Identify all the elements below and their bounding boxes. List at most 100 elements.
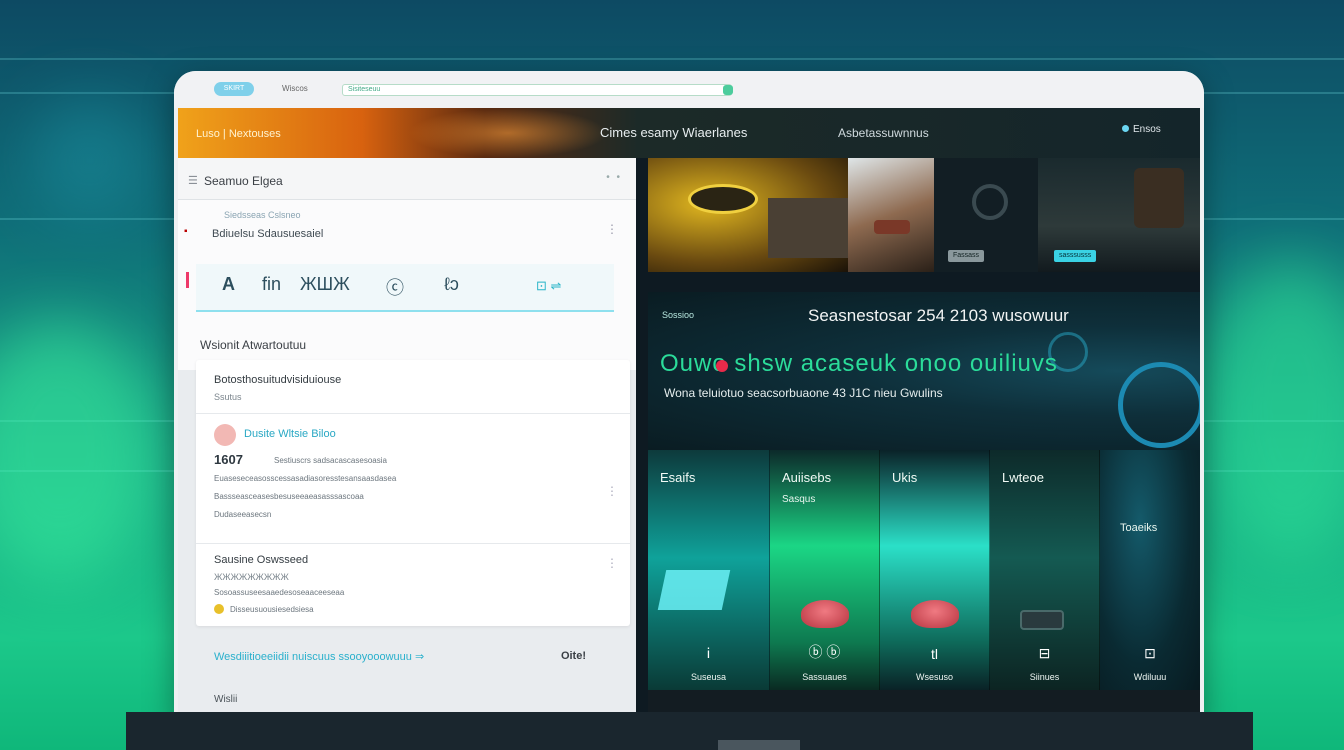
- avatar: [214, 424, 236, 446]
- ring-decoration: [1118, 362, 1200, 448]
- item-line: Dudaseeasecsn: [214, 510, 272, 519]
- user-icon[interactable]: A: [222, 274, 235, 295]
- overflow-icon[interactable]: ⋮: [606, 484, 618, 498]
- active-marker: [186, 272, 189, 288]
- overflow-icon[interactable]: ⋮: [606, 222, 618, 236]
- hero-button[interactable]: Fassass: [948, 250, 985, 262]
- account-menu[interactable]: Ensos: [1122, 124, 1161, 135]
- card-headline[interactable]: Bdiuelsu Sdausuesaiel: [212, 228, 323, 240]
- hero-gallery: Fassass sasssusss: [648, 158, 1200, 272]
- section-title: Wsionit Atwartoutuu: [200, 338, 307, 352]
- bullet-icon: ▪: [184, 226, 188, 237]
- account-label: Ensos: [1133, 124, 1161, 135]
- item-link[interactable]: Dusite Wltsie Biloo: [244, 428, 336, 440]
- grid-icon[interactable]: ЖШЖ: [300, 274, 350, 295]
- item-count: 1607: [214, 452, 243, 467]
- hero-art: [768, 198, 848, 258]
- card-subtitle: Sasqus: [782, 494, 816, 505]
- footer-action[interactable]: Oite!: [561, 650, 586, 662]
- list-item[interactable]: Dusite Wltsie Biloo 1607 Sestiuscrs sads…: [196, 414, 630, 544]
- overflow-icon[interactable]: ⋮: [606, 556, 618, 570]
- dish-icon: [910, 600, 959, 628]
- taskbar-tab[interactable]: [718, 740, 800, 750]
- folder-icon: [657, 570, 731, 610]
- share-icon[interactable]: ℓↄ: [444, 274, 459, 295]
- hero-art: [972, 184, 1008, 220]
- dish-icon: [800, 600, 849, 628]
- nav-secondary[interactable]: Asbetassuwnnus: [838, 126, 929, 140]
- panel-title: Seamuo Elgea: [204, 174, 283, 188]
- browser-window: SKIRT Wiscos Sisiteseuu Luso | Nextouses…: [174, 71, 1204, 721]
- card-icon: ⊟: [1038, 645, 1051, 661]
- category-card[interactable]: Lwteoe ⊟ Siinues: [990, 450, 1100, 690]
- bg-smoke: [30, 100, 150, 220]
- menu-icon[interactable]: ☰: [188, 174, 198, 187]
- item-line: Sestiuscrs sadsacascasesoasia: [274, 456, 387, 465]
- card-title: Lwteoe: [1002, 470, 1044, 485]
- category-card[interactable]: Toaeiks ⊡ Wdiluuu: [1100, 450, 1200, 690]
- promo-subtitle: Wona teluiotuo seacsorbuaone 43 J1C nieu…: [664, 386, 943, 400]
- page-viewport: Luso | Nextouses Cimes esamy Wiaerlanes …: [178, 108, 1200, 721]
- category-card[interactable]: Esaifs ⅰ Suseusa: [648, 450, 770, 690]
- card-icon: tl: [931, 646, 938, 662]
- font-icon[interactable]: fin: [262, 274, 281, 295]
- card-icon: ⊡: [1144, 645, 1156, 661]
- list-item[interactable]: Sausine Oswsseed ЖЖЖЖЖЖЖЖЖ Sosoassuseesa…: [196, 544, 630, 626]
- status-icon: [214, 604, 224, 614]
- icon-toolbar: A fin ЖШЖ ⓒ ℓↄ ⊡ ⇌: [196, 264, 614, 312]
- hero-art: [1134, 168, 1184, 228]
- top-banner: Luso | Nextouses Cimes esamy Wiaerlanes …: [178, 108, 1200, 158]
- camera-icon[interactable]: ⓒ: [386, 274, 404, 300]
- item-subtitle: Ssutus: [214, 392, 242, 402]
- hero-tile[interactable]: sasssusss: [1038, 158, 1200, 272]
- list-item[interactable]: Botosthosuitudvisiduiouse Ssutus: [196, 360, 630, 414]
- item-title: Botosthosuitudvisiduiouse: [214, 374, 342, 386]
- item-title: Sausine Oswsseed: [214, 554, 309, 566]
- card-label: Suseusa: [690, 672, 727, 682]
- footer-label: Wislii: [214, 694, 238, 705]
- card-label: Siinues: [1029, 672, 1060, 682]
- category-card[interactable]: Ukis tl Wsesuso: [880, 450, 990, 690]
- taskbar: [126, 712, 1253, 750]
- card-title: Ukis: [892, 470, 918, 485]
- category-card[interactable]: Auiisebs Sasqus ⓑ ⓑ Sassuaues: [770, 450, 880, 690]
- promo-date: Seasnestosar 254 2103 wusowuur: [808, 306, 1069, 325]
- category-cards: Esaifs ⅰ Suseusa Auiisebs Sasqus ⓑ ⓑ Sas…: [648, 450, 1200, 690]
- hero-button[interactable]: sasssusss: [1054, 250, 1097, 262]
- item-line: Euaseseceasosscessasadiasoresstesansaasd…: [214, 474, 397, 483]
- tab-pill[interactable]: SKIRT: [214, 82, 254, 96]
- hero-tile[interactable]: [848, 158, 934, 272]
- card-caption: Siedsseas Cslsneo: [224, 210, 301, 220]
- card-label: Wsesuso: [915, 672, 953, 682]
- hero-art: [874, 220, 910, 234]
- bg-smoke: [0, 320, 160, 580]
- card-label: Sassuaues: [802, 672, 847, 682]
- bg-stripe: [0, 58, 1344, 60]
- footer-link[interactable]: Wesdiiitioeeiidii nuiscuus ssooyooowuuu …: [214, 650, 424, 663]
- browser-chrome: SKIRT Wiscos Sisiteseuu: [174, 71, 1204, 108]
- item-line: Sosoassuseesaaedesoseaaceeseaa: [214, 588, 345, 597]
- promo-banner[interactable]: Sossioo Seasnestosar 254 2103 wusowuur O…: [648, 292, 1200, 450]
- device-icon: [1020, 610, 1064, 630]
- sync-icon[interactable]: ⊡ ⇌: [536, 278, 561, 294]
- live-dot-icon: [716, 360, 728, 372]
- hero-tile[interactable]: [648, 158, 848, 272]
- card-title: Esaifs: [660, 470, 696, 485]
- banner-glow: [408, 108, 608, 158]
- go-icon[interactable]: [723, 85, 733, 95]
- window-title: Wiscos: [282, 84, 308, 93]
- more-icon[interactable]: • •: [606, 172, 622, 183]
- left-panel: ☰ Seamuo Elgea • • Siedsseas Cslsneo ▪ B…: [178, 158, 636, 721]
- card-title: Auiisebs: [782, 470, 832, 485]
- panel-header: ☰ Seamuo Elgea • •: [178, 158, 636, 200]
- item-subtitle: ЖЖЖЖЖЖЖЖЖ: [214, 572, 289, 582]
- card-icon: ⅰ: [706, 645, 711, 661]
- card-subtitle: Toaeiks: [1120, 522, 1158, 534]
- item-line: Disseusuousiesedsiesa: [230, 605, 314, 614]
- brand-logo[interactable]: Luso | Nextouses: [196, 128, 281, 140]
- card-icon: ⓑ ⓑ: [808, 644, 841, 660]
- url-input[interactable]: Sisiteseuu: [342, 84, 732, 96]
- bg-smoke: [1200, 260, 1344, 560]
- nav-primary[interactable]: Cimes esamy Wiaerlanes: [600, 125, 747, 140]
- hero-tile[interactable]: Fassass: [934, 158, 1038, 272]
